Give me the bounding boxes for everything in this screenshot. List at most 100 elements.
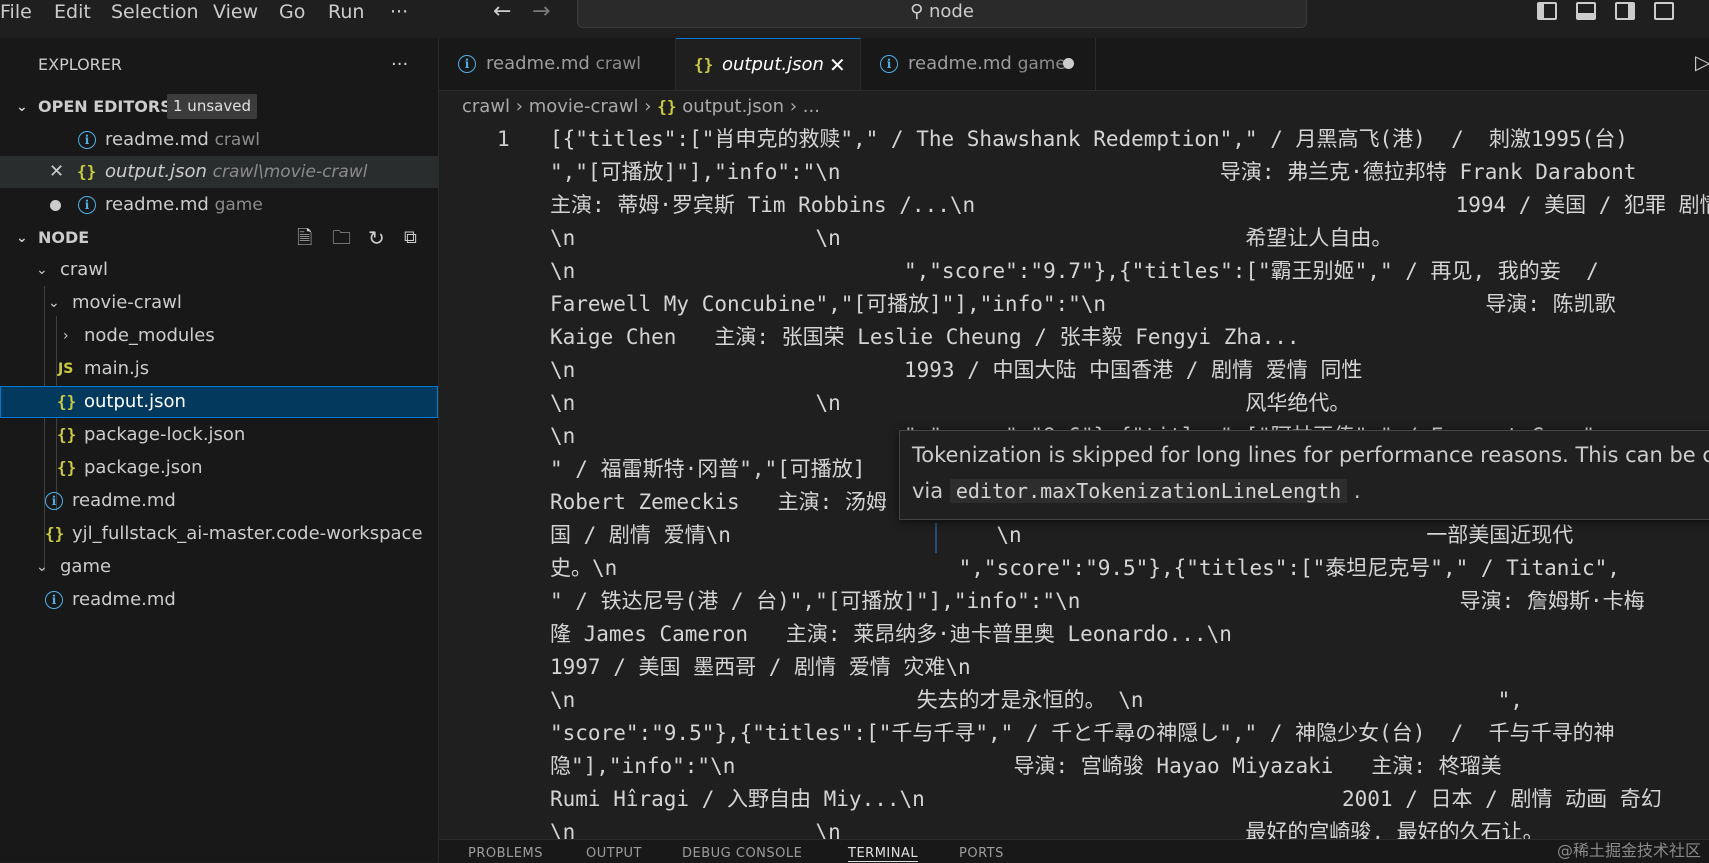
info-icon: i [78, 196, 96, 214]
tree-item-movie-crawl[interactable]: ⌄ movie-crawl [0, 287, 438, 319]
chevron-right-icon: › [63, 328, 69, 344]
code-line[interactable]: ","[可播放]"],"info":"\n 导演: 弗兰克·德拉邦特 Frank… [550, 156, 1636, 189]
close-icon[interactable]: ✕ [829, 39, 846, 91]
folder-header-node[interactable]: ⌄ NODE 🗎 🗀 ↻ ⧉ [0, 222, 438, 254]
open-editor-item[interactable]: i readme.md game [0, 189, 438, 221]
tab-debug-console[interactable]: DEBUG CONSOLE [682, 846, 802, 861]
command-center[interactable]: ⚲ node [577, 0, 1307, 28]
folder-label: NODE [38, 228, 90, 247]
tab-readme-crawl[interactable]: i readme.md crawl [439, 38, 676, 90]
tab-desc: crawl [595, 54, 641, 74]
tree-item-workspace[interactable]: {} yjl_fullstack_ai-master.code-workspac… [0, 518, 438, 550]
open-editor-item[interactable]: ✕ {} output.json crawl\movie-crawl [0, 156, 438, 188]
code-line[interactable]: " / 福雷斯特·冈普","[可播放] [550, 453, 865, 486]
code-line[interactable]: 1997 / 美国 墨西哥 / 剧情 爱情 灾难\n [550, 651, 971, 684]
tree-item-game-readme[interactable]: i readme.md [0, 584, 438, 616]
explorer-sidebar: EXPLORER ··· ⌄ OPEN EDITORS 1 unsaved i … [0, 38, 439, 862]
forward-arrow-icon[interactable]: → [532, 0, 550, 24]
tab-problems[interactable]: PROBLEMS [468, 846, 543, 861]
code-line[interactable]: \n \n 最好的宫崎骏, 最好的久石让。 [550, 816, 1544, 839]
menu-view[interactable]: View [213, 0, 258, 26]
search-icon: ⚲ [910, 1, 924, 22]
breadcrumb-item[interactable]: output.json [682, 96, 784, 117]
tree-item-output-json[interactable]: {} output.json [0, 386, 438, 418]
toggle-secondary-sidebar-icon[interactable] [1615, 2, 1635, 20]
code-line[interactable]: Rumi Hîragi / 入野自由 Miy...\n 2001 / 日本 / … [550, 783, 1662, 816]
json-file-icon: {} [57, 425, 77, 444]
code-line[interactable]: 主演: 蒂姆·罗宾斯 Tim Robbins /...\n 1994 / 美国 … [550, 189, 1709, 222]
tree-item-node-modules[interactable]: › node_modules [0, 320, 438, 352]
tab-output[interactable]: OUTPUT [586, 846, 642, 861]
code-line[interactable]: Robert Zemeckis 主演: 汤姆 [550, 486, 887, 519]
code-line[interactable]: Farewell My Concubine","[可播放]"],"info":"… [550, 288, 1616, 321]
tree-item-package-lock-json[interactable]: {} package-lock.json [0, 419, 438, 451]
tree-item-readme[interactable]: i readme.md [0, 485, 438, 517]
command-center-label: node [929, 1, 974, 22]
tree-label: movie-crawl [72, 292, 182, 313]
back-arrow-icon[interactable]: ← [493, 0, 511, 24]
new-file-icon[interactable]: 🗎 [297, 222, 312, 254]
hover-message: Tokenization is skipped for long lines f… [912, 443, 1709, 467]
code-line[interactable]: \n \n 希望让人自由。 [550, 222, 1392, 255]
menu-edit[interactable]: Edit [54, 0, 91, 26]
breadcrumb-item[interactable]: movie-crawl [529, 96, 639, 117]
code-line[interactable]: 国 / 剧情 爱情\n \n 一部美国近现代 [550, 519, 1573, 552]
js-file-icon: JS [58, 361, 74, 377]
open-editor-desc: game [214, 195, 263, 215]
tab-label: readme.md [486, 53, 590, 74]
menu-selection[interactable]: Selection [111, 0, 199, 26]
tree-item-game[interactable]: ⌄ game [0, 551, 438, 583]
watermark: @稀土掘金技术社区 [1556, 841, 1701, 860]
code-line[interactable]: 隆 James Cameron 主演: 莱昂纳多·迪卡普里奥 Leonardo.… [550, 618, 1232, 651]
open-editor-item[interactable]: i readme.md crawl [0, 124, 438, 156]
breadcrumb-item[interactable]: ... [803, 96, 820, 117]
code-line[interactable]: \n 1993 / 中国大陆 中国香港 / 剧情 爱情 同性 [550, 354, 1362, 387]
menu-file[interactable]: File [0, 0, 32, 26]
tree-label: readme.md [72, 490, 176, 511]
refresh-icon[interactable]: ↻ [368, 222, 385, 254]
tab-terminal[interactable]: TERMINAL [848, 846, 919, 862]
code-line[interactable]: 隐"],"info":"\n 导演: 宫崎骏 Hayao Miyazaki 主演… [550, 750, 1502, 783]
tab-ports[interactable]: PORTS [959, 846, 1004, 861]
code-line[interactable]: "score":"9.5"},{"titles":["千与千寻"," / 千と千… [550, 717, 1615, 750]
code-line[interactable]: \n \n 风华绝代。 [550, 387, 1350, 420]
toggle-panel-icon[interactable] [1576, 2, 1596, 20]
toggle-primary-sidebar-icon[interactable] [1537, 2, 1557, 20]
tab-output-json[interactable]: {} output.json ✕ [676, 38, 861, 90]
tree-item-package-json[interactable]: {} package.json [0, 452, 438, 484]
tree-label: package.json [84, 457, 203, 478]
code-line[interactable]: 史。\n ","score":"9.5"},{"titles":["泰坦尼克号"… [550, 552, 1620, 585]
chevron-right-icon: › [644, 96, 658, 117]
chevron-down-icon: ⌄ [36, 559, 48, 575]
menu-more[interactable]: ··· [390, 0, 408, 26]
tree-item-crawl[interactable]: ⌄ crawl [0, 254, 438, 286]
code-line[interactable]: " / 铁达尼号(港 / 台)","[可播放]"],"info":"\n 导演:… [550, 585, 1645, 618]
tree-label: package-lock.json [84, 424, 246, 445]
info-icon: i [45, 492, 63, 510]
menu-run[interactable]: Run [328, 0, 364, 26]
code-line[interactable]: [{"titles":["肖申克的救赎"," / The Shawshank R… [550, 123, 1628, 156]
code-line[interactable]: \n ","score":"9.7"},{"titles":["霸王别姬"," … [550, 255, 1599, 288]
tree-label: main.js [84, 358, 150, 379]
tree-item-main-js[interactable]: JS main.js [0, 353, 438, 385]
tree-label: node_modules [84, 325, 215, 346]
json-file-icon: {} [694, 55, 714, 74]
info-icon: i [45, 591, 63, 609]
new-folder-icon[interactable]: 🗀 [332, 222, 351, 254]
open-editor-name: readme.md [105, 129, 209, 150]
menu-go[interactable]: Go [279, 0, 305, 26]
run-icon[interactable]: ▷ [1695, 50, 1709, 74]
tab-readme-game[interactable]: i readme.md game [861, 38, 1096, 90]
code-line[interactable]: \n 失去的才是永恒的。 \n ", [550, 684, 1523, 717]
customize-layout-icon[interactable] [1654, 2, 1674, 20]
explorer-more-icon[interactable]: ··· [391, 49, 408, 81]
json-file-icon: {} [57, 392, 77, 411]
close-icon[interactable]: ✕ [49, 156, 64, 188]
breadcrumb-item[interactable]: crawl [462, 96, 510, 117]
chevron-down-icon: ⌄ [16, 99, 28, 115]
chevron-right-icon: › [515, 96, 529, 117]
collapse-all-icon[interactable]: ⧉ [404, 222, 417, 254]
code-line[interactable]: Kaige Chen 主演: 张国荣 Leslie Cheung / 张丰毅 F… [550, 321, 1300, 354]
open-editors-header[interactable]: ⌄ OPEN EDITORS 1 unsaved [0, 91, 438, 123]
hover-setting-code[interactable]: editor.maxTokenizationLineLength [949, 479, 1348, 503]
